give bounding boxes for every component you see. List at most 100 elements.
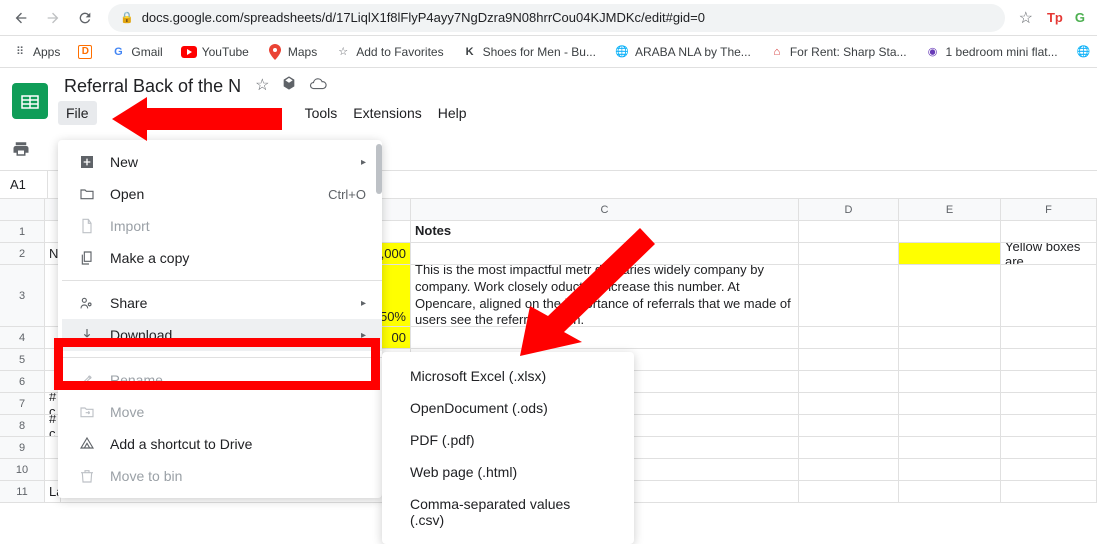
cloud-status-icon[interactable]	[309, 75, 327, 98]
bookmark-shoes[interactable]: KShoes for Men - Bu...	[462, 44, 596, 60]
download-pdf[interactable]: PDF (.pdf)	[382, 424, 634, 456]
youtube-icon	[181, 44, 197, 60]
row-header[interactable]: 5	[0, 349, 45, 370]
star-doc-icon[interactable]: ☆	[255, 75, 269, 98]
browser-top-bar: 🔒 docs.google.com/spreadsheets/d/17LiqlX…	[0, 0, 1097, 36]
download-icon	[78, 326, 96, 344]
cell[interactable]	[799, 349, 899, 370]
cell[interactable]	[1001, 459, 1097, 480]
bookmark-araba[interactable]: 🌐ARABA NLA by The...	[614, 44, 751, 60]
cell[interactable]	[899, 459, 1001, 480]
cell[interactable]	[899, 327, 1001, 348]
bookmark-apps[interactable]: ⠿Apps	[12, 44, 60, 60]
row-header[interactable]: 7	[0, 393, 45, 414]
cell[interactable]	[1001, 437, 1097, 458]
cell[interactable]	[899, 481, 1001, 502]
menu-download[interactable]: Download▸	[62, 319, 382, 351]
document-header: Referral Back of the N ☆ File Tools Exte…	[0, 68, 1097, 133]
cell[interactable]	[899, 437, 1001, 458]
cell[interactable]: This is the most impactful metr d it var…	[411, 265, 799, 326]
download-csv[interactable]: Comma-separated values (.csv)	[382, 488, 634, 536]
col-header[interactable]: D	[799, 199, 899, 220]
cell[interactable]	[1001, 349, 1097, 370]
cell[interactable]	[799, 371, 899, 392]
cell[interactable]: Notes	[411, 221, 799, 242]
ext-g-icon[interactable]: G	[1075, 10, 1085, 25]
menu-rename: Rename	[62, 364, 382, 396]
document-title[interactable]: Referral Back of the N	[58, 74, 247, 99]
col-header[interactable]: F	[1001, 199, 1097, 220]
bookmark-last[interactable]: 🌐	[1076, 44, 1092, 60]
cell[interactable]	[899, 221, 1001, 242]
print-icon[interactable]	[12, 140, 30, 163]
menu-file[interactable]: File	[58, 101, 97, 125]
cell[interactable]	[799, 437, 899, 458]
cell[interactable]	[899, 371, 1001, 392]
cell[interactable]: Yellow boxes are	[1001, 243, 1097, 264]
bookmark-gmail[interactable]: GGmail	[110, 44, 162, 60]
cell[interactable]	[1001, 327, 1097, 348]
col-header[interactable]: C	[411, 199, 799, 220]
sheets-logo-icon[interactable]	[12, 83, 48, 119]
row-header[interactable]: 8	[0, 415, 45, 436]
row-header[interactable]: 3	[0, 265, 45, 326]
menu-help[interactable]: Help	[430, 101, 475, 125]
bookmark-favorites[interactable]: ☆Add to Favorites	[335, 44, 443, 60]
url-bar[interactable]: 🔒 docs.google.com/spreadsheets/d/17LiqlX…	[108, 4, 1005, 32]
cell[interactable]	[799, 265, 899, 326]
back-button[interactable]	[12, 9, 30, 27]
cell[interactable]	[799, 221, 899, 242]
cell[interactable]	[1001, 481, 1097, 502]
cell[interactable]	[799, 415, 899, 436]
chevron-right-icon: ▸	[361, 330, 366, 341]
row-header[interactable]: 11	[0, 481, 45, 502]
menu-make-copy[interactable]: Make a copy	[62, 242, 382, 274]
move-doc-icon[interactable]	[281, 75, 297, 98]
bookmark-maps[interactable]: Maps	[267, 44, 317, 60]
download-xlsx[interactable]: Microsoft Excel (.xlsx)	[382, 360, 634, 392]
cell[interactable]	[799, 327, 899, 348]
cell[interactable]	[1001, 221, 1097, 242]
menu-bar: File Tools Extensions Help	[58, 99, 475, 127]
cell[interactable]	[799, 243, 899, 264]
star-icon[interactable]: ☆	[1019, 8, 1033, 28]
cell[interactable]	[1001, 415, 1097, 436]
forward-button[interactable]	[44, 9, 62, 27]
bookmark-youtube[interactable]: YouTube	[181, 44, 249, 60]
reload-button[interactable]	[76, 9, 94, 27]
cell[interactable]	[799, 393, 899, 414]
row-header[interactable]: 4	[0, 327, 45, 348]
bookmark-bedroom[interactable]: ◉1 bedroom mini flat...	[925, 44, 1058, 60]
menu-extensions[interactable]: Extensions	[345, 101, 429, 125]
row-header[interactable]: 1	[0, 221, 45, 242]
cell[interactable]	[411, 243, 799, 264]
col-header[interactable]: E	[899, 199, 1001, 220]
cell[interactable]	[1001, 393, 1097, 414]
cell[interactable]	[799, 459, 899, 480]
row-header[interactable]: 2	[0, 243, 45, 264]
download-ods[interactable]: OpenDocument (.ods)	[382, 392, 634, 424]
cell-name-box[interactable]: A1	[0, 171, 48, 198]
cell[interactable]	[1001, 371, 1097, 392]
bookmark-rent[interactable]: ⌂For Rent: Sharp Sta...	[769, 44, 907, 60]
menu-share[interactable]: Share▸	[62, 287, 382, 319]
row-header[interactable]: 6	[0, 371, 45, 392]
menu-new[interactable]: New▸	[62, 146, 382, 178]
row-header[interactable]: 9	[0, 437, 45, 458]
cell[interactable]	[1001, 265, 1097, 326]
download-html[interactable]: Web page (.html)	[382, 456, 634, 488]
menu-tools[interactable]: Tools	[297, 101, 346, 125]
cell[interactable]	[899, 393, 1001, 414]
cell[interactable]	[899, 415, 1001, 436]
cell[interactable]	[899, 265, 1001, 326]
trash-icon	[78, 467, 96, 485]
cell[interactable]	[799, 481, 899, 502]
row-header[interactable]: 10	[0, 459, 45, 480]
bookmark-d[interactable]: D	[78, 45, 92, 59]
menu-add-shortcut[interactable]: Add a shortcut to Drive	[62, 428, 382, 460]
ext-tp-icon[interactable]: Tp	[1047, 10, 1063, 25]
cell[interactable]	[899, 243, 1001, 264]
cell[interactable]	[899, 349, 1001, 370]
menu-open[interactable]: OpenCtrl+O	[62, 178, 382, 210]
cell[interactable]	[411, 327, 799, 348]
